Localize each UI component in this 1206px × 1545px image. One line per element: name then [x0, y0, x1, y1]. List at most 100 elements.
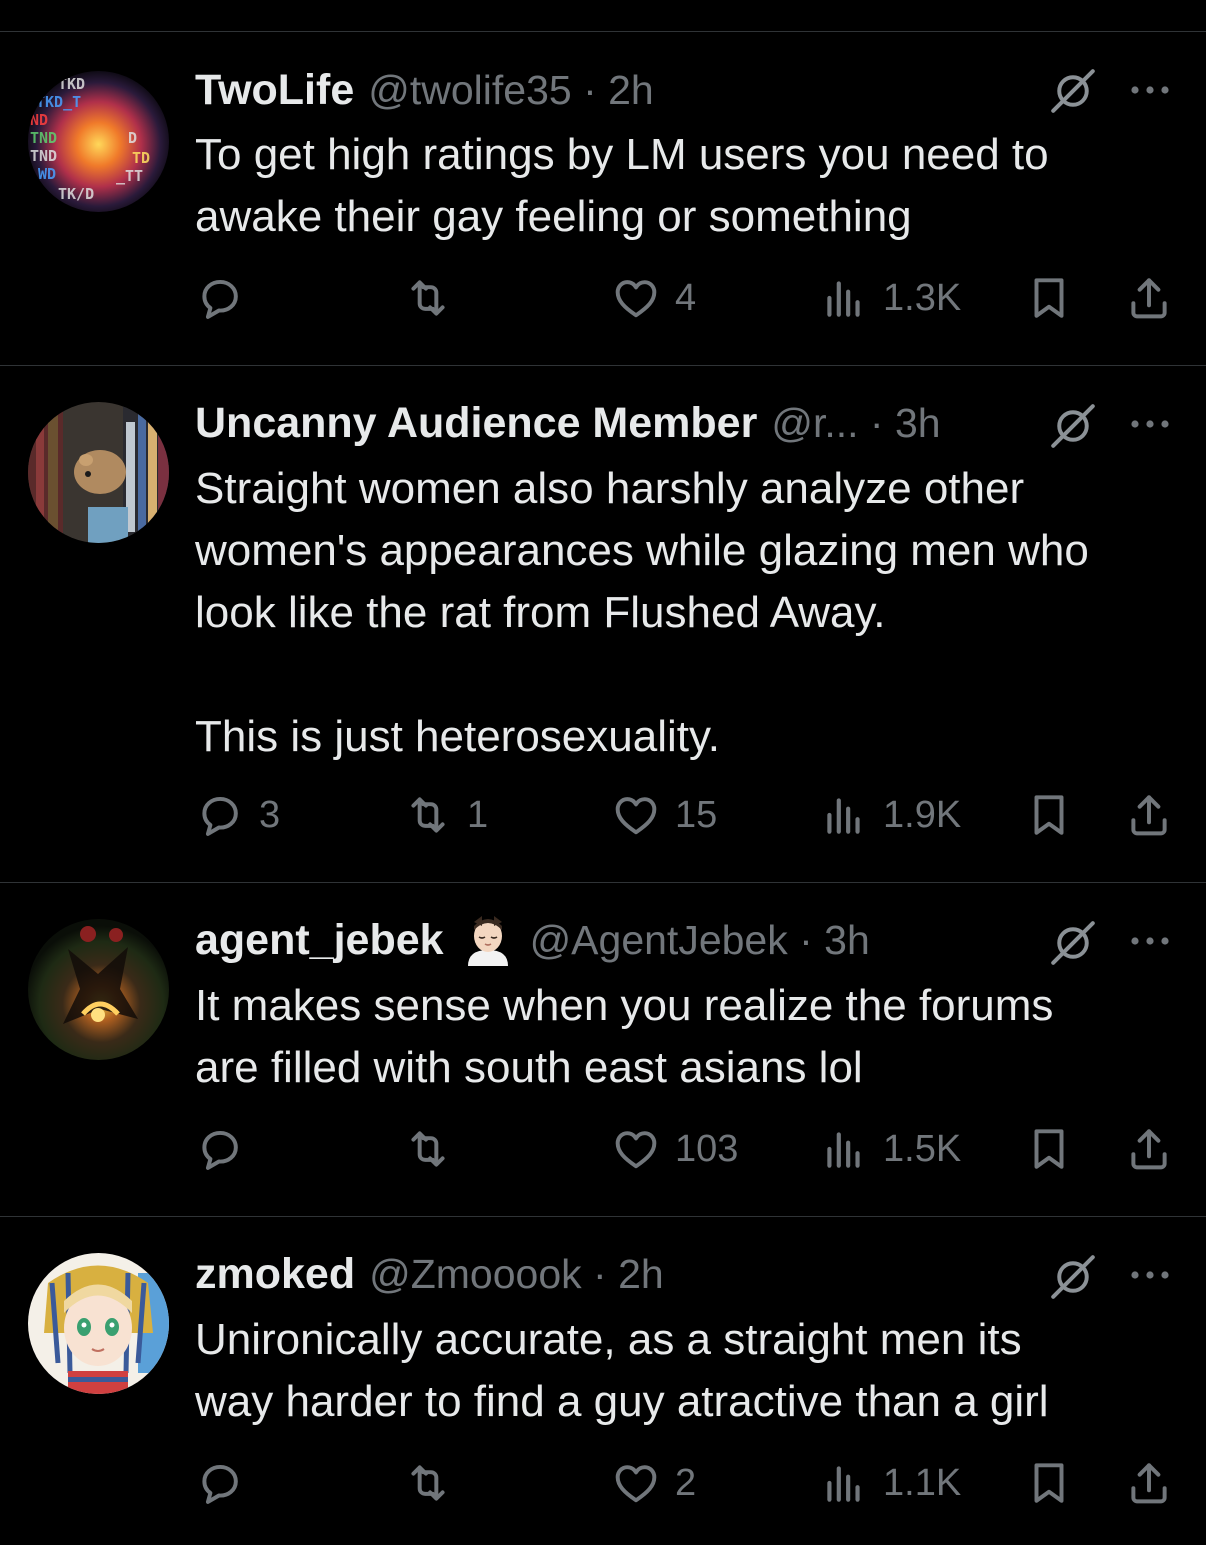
retweet-button[interactable]: 1 [403, 785, 488, 845]
reply-icon [195, 1124, 245, 1174]
svg-text:TND: TND [30, 129, 57, 147]
like-button[interactable]: 103 [611, 1119, 738, 1179]
share-icon [1124, 273, 1174, 323]
tweet-actions: 2 1.1K [195, 1453, 1180, 1513]
tweet-header: agent_jebek @AgentJebek · 3h [195, 912, 1170, 968]
bookmark-button[interactable] [1024, 268, 1074, 328]
retweet-icon [403, 790, 453, 840]
tweet[interactable]: zmoked @Zmooook · 2h Unironically accura… [0, 1217, 1206, 1545]
views-chart-icon [819, 1124, 869, 1174]
views-chart-icon [819, 1458, 869, 1508]
retweet-icon [403, 273, 453, 323]
bookmark-icon [1024, 1458, 1074, 1508]
view-count: 1.9K [883, 793, 962, 836]
tweet-text: It makes sense when you realize the foru… [195, 981, 1054, 1092]
tweet-header: zmoked @Zmooook · 2h [195, 1246, 1170, 1302]
like-button[interactable]: 4 [611, 268, 696, 328]
more-dots-icon[interactable] [1128, 417, 1172, 431]
more-dots-icon[interactable] [1128, 83, 1172, 97]
reply-button[interactable] [195, 1119, 259, 1179]
views-button[interactable]: 1.3K [819, 268, 961, 328]
view-count: 1.5K [883, 1127, 962, 1170]
more-dots-icon[interactable] [1128, 934, 1172, 948]
avatar[interactable]: TKD TKD_T ND TND D TND TD WD _TT TK/D [28, 71, 169, 212]
svg-text:ND: ND [30, 111, 48, 129]
heart-icon [611, 1124, 661, 1174]
tweet-actions: 3 1 15 1.9K [195, 785, 1180, 845]
tweet[interactable]: TKD TKD_T ND TND D TND TD WD _TT TK/D Tw… [0, 32, 1206, 366]
retweet-button[interactable] [403, 1119, 467, 1179]
retweet-count: 1 [467, 793, 489, 836]
svg-text:TK/D: TK/D [58, 185, 94, 203]
retweet-button[interactable] [403, 1453, 467, 1513]
avatar[interactable] [28, 1253, 169, 1394]
display-name[interactable]: zmoked [195, 1250, 355, 1299]
tweet-header: Uncanny Audience Member @r... · 3h [195, 395, 1170, 451]
share-button[interactable] [1124, 1119, 1174, 1179]
svg-text:D: D [128, 129, 137, 147]
avatar[interactable] [28, 919, 169, 1060]
grok-icon[interactable] [1048, 401, 1098, 451]
grok-icon[interactable] [1048, 66, 1098, 116]
tweet-text: To get high ratings by LM users you need… [195, 130, 1049, 241]
view-count: 1.1K [883, 1461, 962, 1504]
display-name[interactable]: agent_jebek [195, 916, 444, 965]
bookmark-button[interactable] [1024, 785, 1074, 845]
tweet[interactable]: agent_jebek @AgentJebek · 3h It makes se… [0, 883, 1206, 1217]
like-button[interactable]: 2 [611, 1453, 696, 1513]
display-name[interactable]: Uncanny Audience Member [195, 399, 757, 448]
like-count: 15 [675, 793, 718, 836]
handle-and-time[interactable]: @r... · 3h [771, 400, 940, 447]
face-emoji-icon [467, 916, 508, 966]
views-button[interactable]: 1.9K [819, 785, 961, 845]
retweet-button[interactable] [403, 268, 467, 328]
grok-icon[interactable] [1048, 1252, 1098, 1302]
svg-text:TD: TD [132, 149, 150, 167]
share-icon [1124, 1458, 1174, 1508]
bookmark-icon [1024, 790, 1074, 840]
views-chart-icon [819, 273, 869, 323]
reply-button[interactable] [195, 1453, 259, 1513]
reply-button[interactable] [195, 268, 259, 328]
heart-icon [611, 273, 661, 323]
share-icon [1124, 790, 1174, 840]
like-button[interactable]: 15 [611, 785, 717, 845]
tweet-header: TwoLife @twolife35 · 2h [195, 62, 1170, 118]
bookmark-icon [1024, 273, 1074, 323]
emoji-badge [460, 912, 516, 968]
share-button[interactable] [1124, 1453, 1174, 1513]
like-count: 103 [675, 1127, 739, 1170]
reply-button[interactable]: 3 [195, 785, 280, 845]
reply-icon [195, 273, 245, 323]
svg-text:WD: WD [38, 165, 56, 183]
avatar[interactable] [28, 402, 169, 543]
views-button[interactable]: 1.1K [819, 1453, 961, 1513]
views-chart-icon [819, 790, 869, 840]
handle-and-time[interactable]: @AgentJebek · 3h [530, 917, 870, 964]
bookmark-button[interactable] [1024, 1453, 1074, 1513]
handle-and-time[interactable]: @Zmooook · 2h [369, 1251, 664, 1298]
like-count: 2 [675, 1461, 697, 1504]
svg-text:TND: TND [30, 147, 57, 165]
share-button[interactable] [1124, 785, 1174, 845]
grok-icon[interactable] [1048, 918, 1098, 968]
more-dots-icon[interactable] [1128, 1268, 1172, 1282]
share-button[interactable] [1124, 268, 1174, 328]
display-name[interactable]: TwoLife [195, 66, 354, 115]
share-icon [1124, 1124, 1174, 1174]
view-count: 1.3K [883, 276, 962, 319]
reply-icon [195, 790, 245, 840]
tweet-actions: 4 1.3K [195, 268, 1180, 328]
views-button[interactable]: 1.5K [819, 1119, 961, 1179]
svg-text:TKD: TKD [58, 75, 85, 93]
handle-and-time[interactable]: @twolife35 · 2h [368, 67, 653, 114]
svg-text:_TT: _TT [116, 167, 143, 185]
retweet-icon [403, 1124, 453, 1174]
bookmark-button[interactable] [1024, 1119, 1074, 1179]
retweet-icon [403, 1458, 453, 1508]
tweet-text: Straight women also harshly analyze othe… [195, 464, 1089, 761]
like-count: 4 [675, 276, 697, 319]
tweet[interactable]: Uncanny Audience Member @r... · 3h Strai… [0, 366, 1206, 883]
reply-icon [195, 1458, 245, 1508]
heart-icon [611, 1458, 661, 1508]
